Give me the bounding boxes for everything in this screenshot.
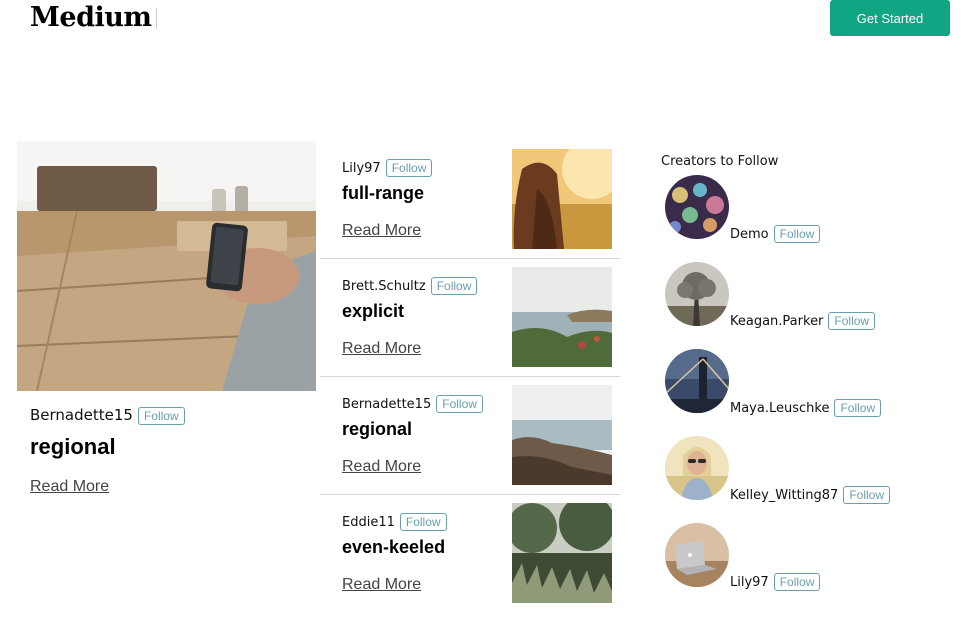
woman-sunglasses-avatar (665, 436, 729, 500)
list-item-thumbnail[interactable] (512, 503, 612, 603)
creators-heading: Creators to Follow (661, 154, 779, 169)
list-item-read-more-link[interactable]: Read More (342, 576, 421, 594)
creator-byline: Keagan.Parker Follow (730, 312, 876, 330)
bokeh-lights-avatar (665, 175, 729, 239)
list-item-author[interactable]: Brett.Schultz (342, 279, 426, 294)
list-item-title[interactable]: even-keeled (342, 537, 445, 558)
creator-item: Kelley_Witting87 Follow (665, 436, 965, 506)
list-item-follow-button[interactable]: Follow (436, 395, 483, 413)
creator-name[interactable]: Lily97 (730, 575, 769, 590)
misty-tree-avatar (665, 262, 729, 326)
creator-byline: Kelley_Witting87 Follow (730, 486, 890, 504)
creator-follow-button[interactable]: Follow (773, 573, 821, 591)
list-item-read-more-link[interactable]: Read More (342, 222, 421, 240)
list-item: Brett.Schultz Follow explicit Read More (322, 259, 620, 377)
creator-follow-button[interactable]: Follow (773, 225, 821, 243)
list-item-byline: Lily97 Follow (342, 159, 433, 177)
laptop-desk-avatar (665, 523, 729, 587)
creator-avatar[interactable] (665, 523, 729, 587)
creator-avatar[interactable] (665, 436, 729, 500)
creator-byline: Demo Follow (730, 225, 821, 243)
creator-follow-button[interactable]: Follow (834, 399, 882, 417)
list-item-read-more-link[interactable]: Read More (342, 340, 421, 358)
creator-name[interactable]: Maya.Leuschke (730, 401, 829, 416)
rocky-beach-photo (512, 385, 612, 485)
list-item-thumbnail[interactable] (512, 149, 612, 249)
creator-item: Maya.Leuschke Follow (665, 349, 965, 419)
feature-byline: Bernadette15 Follow (30, 406, 185, 425)
coastline-photo (512, 267, 612, 367)
list-item-thumbnail[interactable] (512, 267, 612, 367)
list-item-read-more-link[interactable]: Read More (342, 458, 421, 476)
creator-item: Demo Follow (665, 175, 965, 245)
creator-name[interactable]: Keagan.Parker (730, 314, 823, 329)
creator-item: Lily97 Follow (665, 523, 965, 593)
girl-in-field-photo (512, 149, 612, 249)
creator-name[interactable]: Demo (730, 227, 769, 242)
list-item-byline: Brett.Schultz Follow (342, 277, 478, 295)
list-item-follow-button[interactable]: Follow (430, 277, 478, 295)
list-item-title[interactable]: full-range (342, 183, 424, 204)
bridge-avatar (665, 349, 729, 413)
list-item-follow-button[interactable]: Follow (385, 159, 433, 177)
creator-avatar[interactable] (665, 175, 729, 239)
list-item: Bernadette15 Follow regional Read More (322, 377, 620, 495)
list-item-author[interactable]: Lily97 (342, 161, 381, 176)
list-item-author[interactable]: Bernadette15 (342, 397, 431, 412)
creator-byline: Maya.Leuschke Follow (730, 399, 882, 417)
list-item-follow-button[interactable]: Follow (399, 513, 447, 531)
list-item-byline: Eddie11 Follow (342, 513, 447, 531)
feature-follow-button[interactable]: Follow (137, 406, 185, 425)
creator-item: Keagan.Parker Follow (665, 262, 965, 332)
creator-follow-button[interactable]: Follow (843, 486, 890, 504)
list-item-author[interactable]: Eddie11 (342, 515, 395, 530)
list-item-title[interactable]: regional (342, 419, 412, 440)
medium-logo[interactable]: Medium (30, 2, 152, 33)
creator-avatar[interactable] (665, 262, 729, 326)
creator-follow-button[interactable]: Follow (828, 312, 876, 330)
phone-on-table-photo (17, 141, 316, 391)
top-nav: Medium Get Started (0, 0, 976, 40)
feature-read-more-link[interactable]: Read More (30, 478, 109, 496)
list-item: Lily97 Follow full-range Read More (322, 141, 620, 259)
list-item: Eddie11 Follow even-keeled Read More (322, 495, 620, 613)
feature-article-image[interactable] (17, 141, 316, 391)
get-started-button[interactable]: Get Started (830, 0, 950, 36)
creator-avatar[interactable] (665, 349, 729, 413)
feature-title[interactable]: regional (30, 434, 116, 460)
logo-divider (156, 8, 157, 29)
list-item-thumbnail[interactable] (512, 385, 612, 485)
forest-grass-photo (512, 503, 612, 603)
list-item-title[interactable]: explicit (342, 301, 404, 322)
feature-author[interactable]: Bernadette15 (30, 406, 133, 424)
creator-name[interactable]: Kelley_Witting87 (730, 488, 838, 503)
list-item-byline: Bernadette15 Follow (342, 395, 483, 413)
creator-byline: Lily97 Follow (730, 573, 821, 591)
